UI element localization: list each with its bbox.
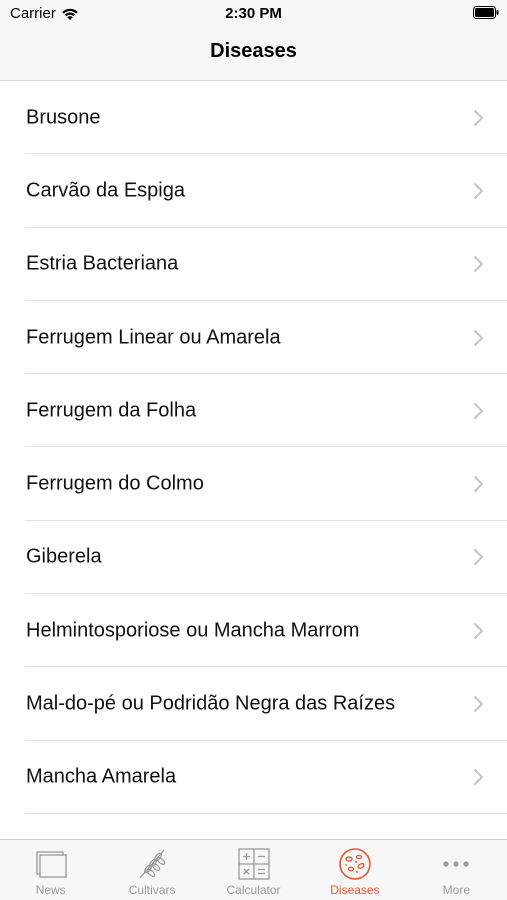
list-item-label: Ferrugem da Folha [26, 399, 197, 422]
list-item-label: Ferrugem do Colmo [26, 472, 204, 495]
chevron-right-icon [474, 476, 483, 493]
tab-diseases[interactable]: Diseases [304, 840, 405, 900]
list-item[interactable]: Ferrugem da Folha [0, 374, 507, 448]
tab-more[interactable]: More [406, 840, 507, 900]
tab-news[interactable]: News [0, 840, 101, 900]
list-item[interactable]: Helmintosporiose ou Mancha Marrom [0, 594, 507, 668]
tab-calculator[interactable]: Calculator [203, 840, 304, 900]
navigation-bar: Diseases [0, 28, 507, 81]
list-item-label: Brusone [26, 106, 101, 129]
tab-bar: News Cultivars Calculator Diseases More [0, 839, 507, 900]
list-item-label: Carvão da Espiga [26, 179, 185, 202]
tab-more-label: More [442, 883, 470, 897]
diseases-list[interactable]: Brusone Carvão da Espiga Estria Bacteria… [0, 81, 507, 839]
chevron-right-icon [474, 622, 483, 639]
list-item-label: Mancha Amarela [26, 765, 177, 788]
chevron-right-icon [474, 696, 483, 713]
tab-news-label: News [35, 883, 66, 897]
list-item-label: Helmintosporiose ou Mancha Marrom [26, 619, 360, 642]
chevron-right-icon [474, 402, 483, 419]
list-item[interactable]: Giberela [0, 521, 507, 595]
wheat-icon [139, 849, 166, 879]
list-item-label: Estria Bacteriana [26, 252, 179, 275]
list-item[interactable]: Ferrugem Linear ou Amarela [0, 301, 507, 375]
chevron-right-icon [474, 256, 483, 273]
list-item-label: Ferrugem Linear ou Amarela [26, 326, 281, 349]
list-item[interactable]: Ferrugem do Colmo [0, 447, 507, 522]
list-item[interactable]: Mal-do-pé ou Podridão Negra das Raízes [0, 667, 507, 741]
tab-cultivars[interactable]: Cultivars [101, 840, 202, 900]
list-item[interactable]: Brusone [0, 81, 507, 155]
page-title: Diseases [210, 40, 297, 62]
virus-icon [339, 848, 371, 880]
chevron-right-icon [474, 329, 483, 346]
calculator-icon [237, 848, 270, 880]
tab-cultivars-label: Cultivars [128, 883, 176, 897]
chevron-right-icon [474, 109, 483, 126]
chevron-right-icon [474, 769, 483, 786]
list-item-label: Giberela [26, 545, 102, 568]
battery-icon [473, 6, 499, 19]
list-item[interactable]: Mancha Amarela [0, 741, 507, 815]
tab-diseases-label: Diseases [330, 883, 380, 897]
tab-calculator-label: Calculator [226, 883, 281, 897]
news-icon [36, 851, 67, 878]
list-item[interactable]: Carvão da Espiga [0, 154, 507, 228]
chevron-right-icon [474, 182, 483, 199]
more-icon [443, 861, 469, 867]
status-time: 2:30 PM [225, 5, 282, 22]
list-item-label: Mal-do-pé ou Podridão Negra das Raízes [26, 692, 396, 715]
list-item[interactable]: Estria Bacteriana [0, 228, 507, 302]
status-bar: Carrier 2:30 PM [0, 0, 507, 28]
chevron-right-icon [474, 549, 483, 566]
